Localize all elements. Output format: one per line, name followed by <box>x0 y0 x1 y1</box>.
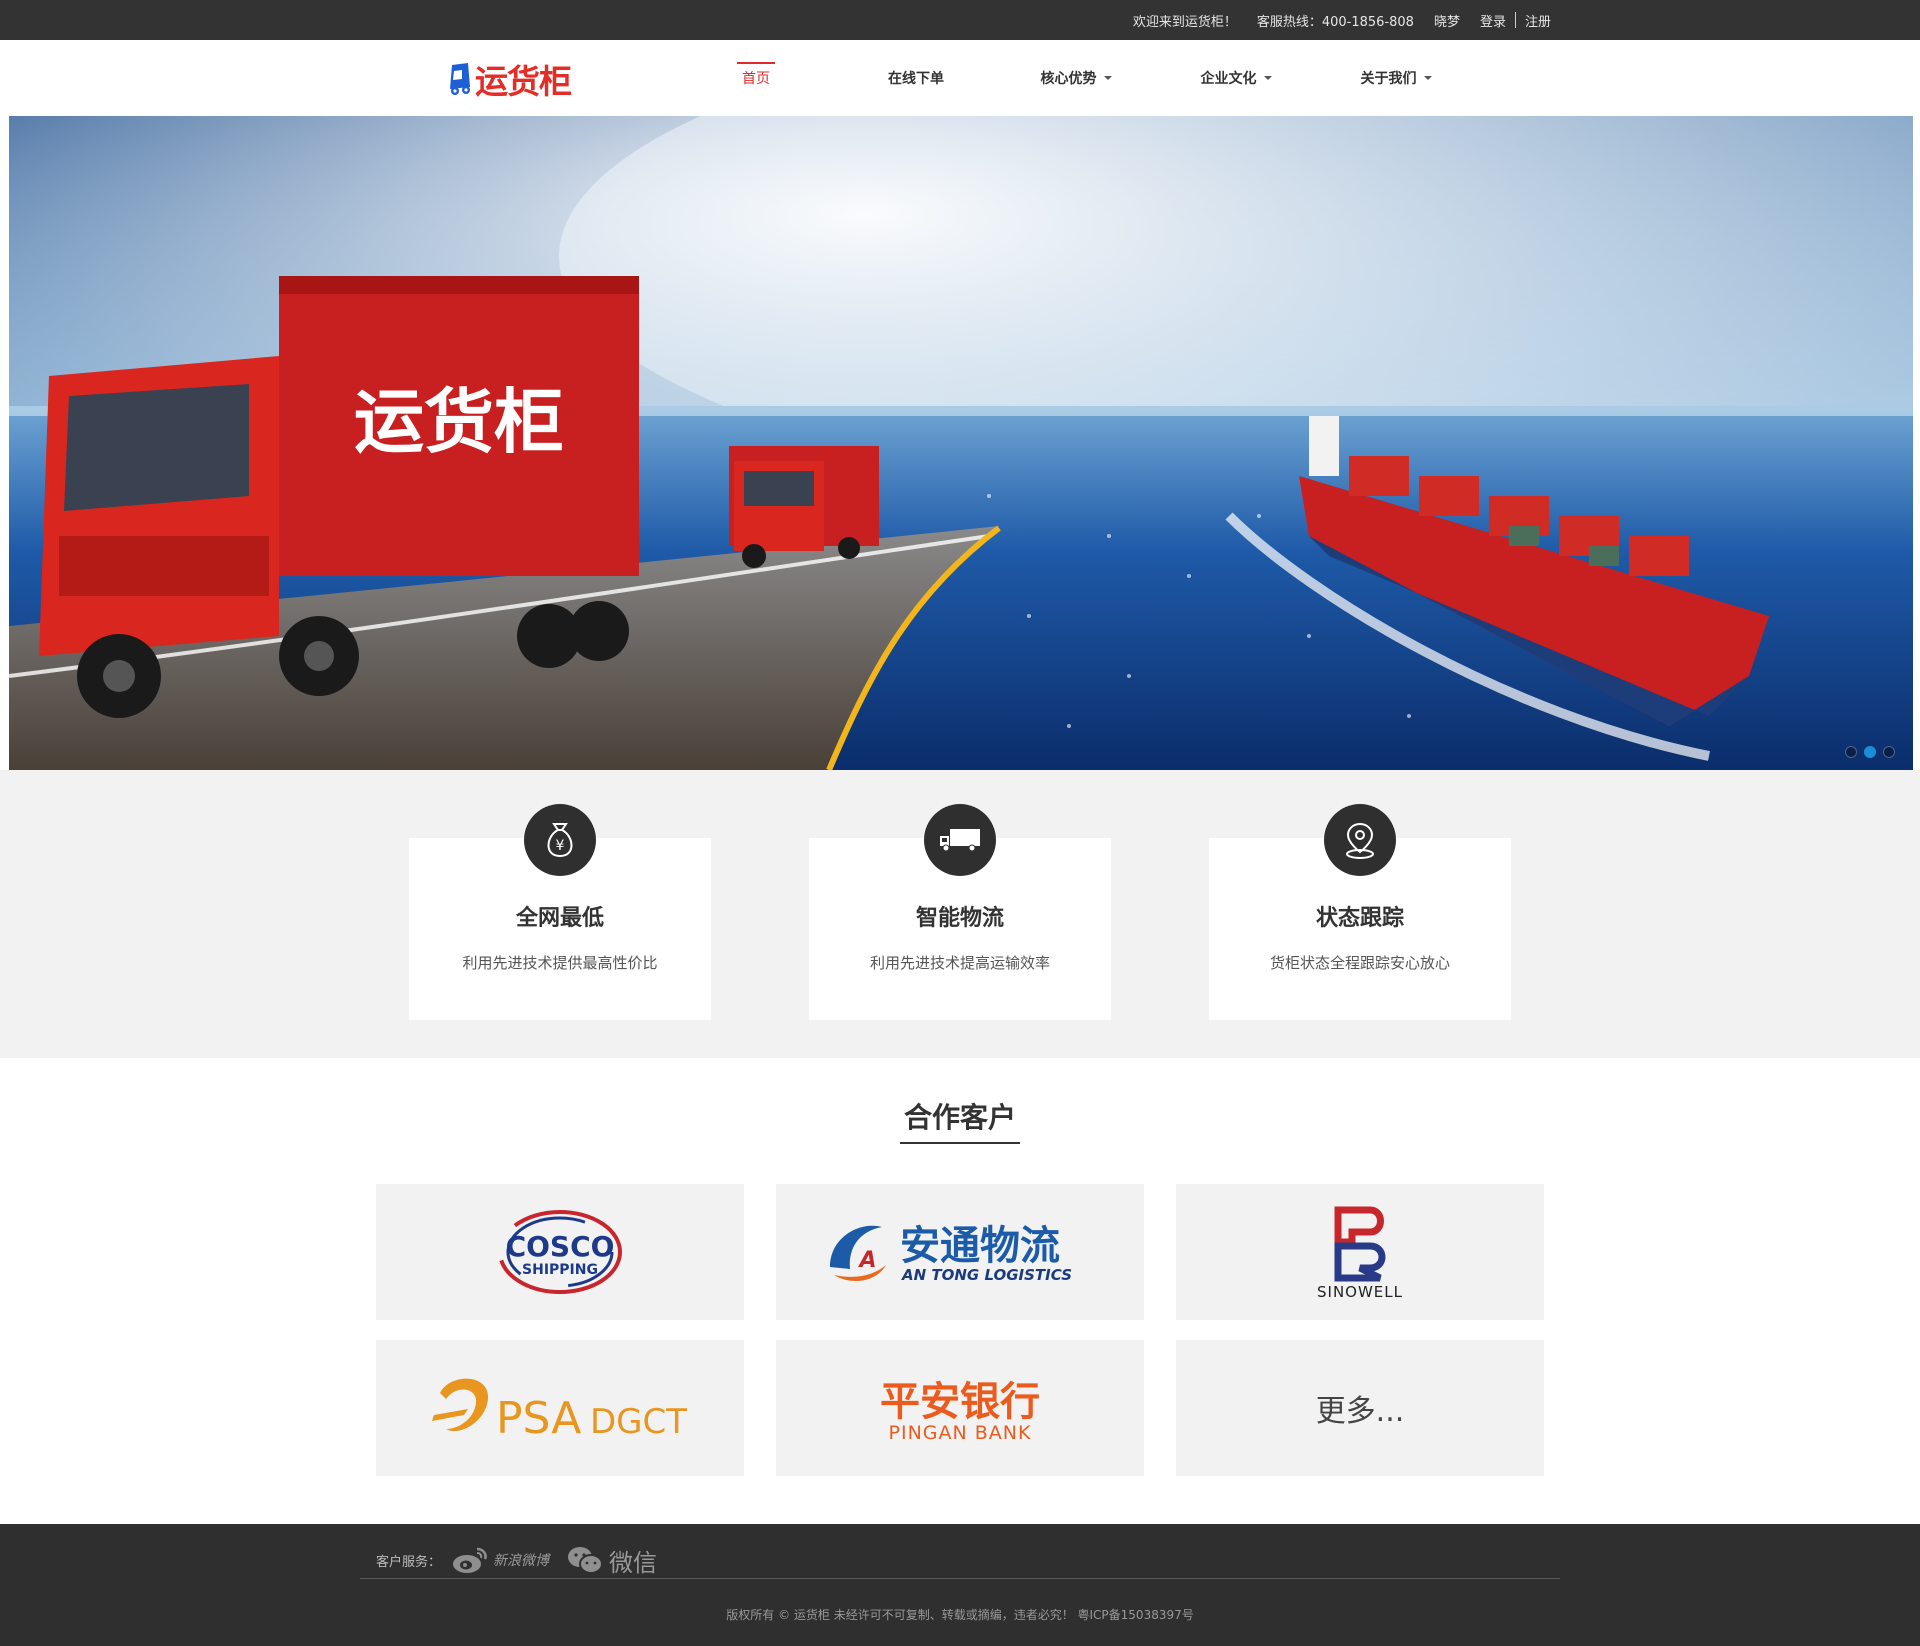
wechat-link[interactable]: 微信 <box>567 1543 657 1578</box>
nav-label: 核心优势 <box>1040 71 1097 87</box>
sinowell-logo: SINOWELL <box>1317 1206 1403 1301</box>
nav-item-core-advantages[interactable]: 核心优势 <box>1020 40 1132 116</box>
partner-logo-cosco[interactable]: COSCO SHIPPING <box>376 1184 744 1320</box>
topbar-divider <box>1514 12 1516 28</box>
wechat-label: 微信 <box>609 1548 658 1577</box>
site-footer: 客户服务： 新浪微博 微信 版权所有 © 运货柜 未经许可不可复制、转载或摘编，… <box>0 1524 1920 1646</box>
nav-item-order-online[interactable]: 在线下单 <box>812 40 1020 116</box>
slide-dot[interactable] <box>1883 746 1895 758</box>
nav-label: 首页 <box>742 71 770 87</box>
feature-card-status-tracking[interactable]: 状态跟踪 货柜状态全程跟踪安心放心 <box>1209 804 1511 1020</box>
partner-line1: 安通物流 <box>900 1223 1060 1269</box>
partner-line1: SINOWELL <box>1317 1283 1403 1301</box>
truck-logo-icon <box>450 63 470 95</box>
feature-card-smart-logistics[interactable]: 智能物流 利用先进技术提高运输效率 <box>809 804 1111 1020</box>
caret-down-icon <box>1103 76 1112 80</box>
antong-logo: A 安通物流 AN TONG LOGISTICS <box>830 1223 1072 1284</box>
partner-logo-sinowell[interactable]: SINOWELL <box>1176 1184 1544 1320</box>
footer-divider <box>360 1578 1560 1579</box>
svg-text:A: A <box>857 1248 876 1273</box>
site-logo[interactable]: 运货柜 <box>446 58 572 101</box>
psa-logo: PSA DGCT <box>432 1378 687 1444</box>
weibo-link[interactable]: 新浪微博 <box>451 1545 549 1575</box>
top-bar: 欢迎来到运货柜！ 客服热线：400-1856-808 晓梦 登录 注册 <box>0 0 1920 40</box>
partner-line1: PSA <box>496 1393 581 1444</box>
features-section: ¥ 全网最低 利用先进技术提供最高性价比 智能物流 利用先进技术提高运输效率 状… <box>0 770 1920 1058</box>
truck-icon <box>924 804 996 876</box>
partners-title: 合作客户 <box>903 1101 1016 1134</box>
caret-down-icon <box>1423 76 1432 80</box>
partner-line2: SHIPPING <box>522 1262 598 1278</box>
caret-down-icon <box>1263 76 1272 80</box>
wechat-icon <box>568 1547 604 1574</box>
partners-title-underline <box>900 1142 1020 1144</box>
feature-title: 状态跟踪 <box>1315 906 1404 931</box>
partner-line1: COSCO <box>506 1230 615 1263</box>
partners-more-button[interactable]: 更多... <box>1176 1340 1544 1476</box>
partner-logo-antong[interactable]: A 安通物流 AN TONG LOGISTICS <box>776 1184 1144 1320</box>
nav-label: 在线下单 <box>888 71 944 87</box>
banner-truck-text: 运货柜 <box>354 381 564 463</box>
login-link[interactable]: 登录 <box>1480 11 1506 30</box>
partner-line2: DGCT <box>590 1402 687 1442</box>
nav-label: 关于我们 <box>1360 71 1417 87</box>
hotline-text: 客服热线：400-1856-808 <box>1256 14 1414 30</box>
slide-indicators <box>1845 746 1895 758</box>
nav-item-corporate-culture[interactable]: 企业文化 <box>1132 40 1340 116</box>
site-header: 运货柜 首页 在线下单 核心优势 企业文化 关于我们 <box>0 40 1920 116</box>
username-link[interactable]: 晓梦 <box>1434 11 1460 30</box>
logo-text: 运货柜 <box>475 62 572 101</box>
footer-service-label: 客户服务： <box>376 1554 442 1570</box>
weibo-icon <box>453 1547 487 1573</box>
weibo-label: 新浪微博 <box>493 1553 550 1569</box>
hero-banner[interactable]: 运货柜 <box>9 116 1913 770</box>
nav-label: 企业文化 <box>1200 71 1257 87</box>
nav-item-home[interactable]: 首页 <box>700 40 812 116</box>
pingan-logo: 平安银行 PINGAN BANK <box>880 1379 1040 1444</box>
nav-item-about-us[interactable]: 关于我们 <box>1340 40 1452 116</box>
slide-dot-active[interactable] <box>1864 746 1876 758</box>
footer-customer-service: 客户服务： 新浪微博 微信 <box>376 1543 657 1578</box>
feature-card-lowest-price[interactable]: ¥ 全网最低 利用先进技术提供最高性价比 <box>409 804 711 1020</box>
feature-desc: 利用先进技术提供最高性价比 <box>462 954 658 972</box>
register-link[interactable]: 注册 <box>1525 11 1551 30</box>
slide-dot[interactable] <box>1845 746 1857 758</box>
partner-logo-pingan-bank[interactable]: 平安银行 PINGAN BANK <box>776 1340 1144 1476</box>
partner-line1: 平安银行 <box>880 1379 1040 1425</box>
welcome-text: 欢迎来到运货柜！ <box>1132 14 1237 30</box>
svg-text:¥: ¥ <box>556 838 565 854</box>
main-nav: 首页 在线下单 核心优势 企业文化 关于我们 <box>700 40 1452 116</box>
partner-line2: PINGAN BANK <box>889 1422 1032 1444</box>
feature-desc: 货柜状态全程跟踪安心放心 <box>1269 954 1450 972</box>
money-bag-icon: ¥ <box>524 804 596 876</box>
banner-image: 运货柜 <box>9 116 1913 770</box>
partner-logo-psa-dgct[interactable]: PSA DGCT <box>376 1340 744 1476</box>
partner-line2: AN TONG LOGISTICS <box>901 1266 1072 1284</box>
location-pin-icon <box>1324 804 1396 876</box>
feature-desc: 利用先进技术提高运输效率 <box>869 954 1050 972</box>
cosco-logo: COSCO SHIPPING <box>498 1210 622 1294</box>
footer-copyright: 版权所有 © 运货柜 未经许可不可复制、转载或摘编，违者必究！ 粤ICP备150… <box>726 1608 1194 1622</box>
partners-more-label: 更多... <box>1315 1394 1405 1429</box>
feature-title: 全网最低 <box>515 906 604 931</box>
feature-title: 智能物流 <box>915 906 1004 931</box>
